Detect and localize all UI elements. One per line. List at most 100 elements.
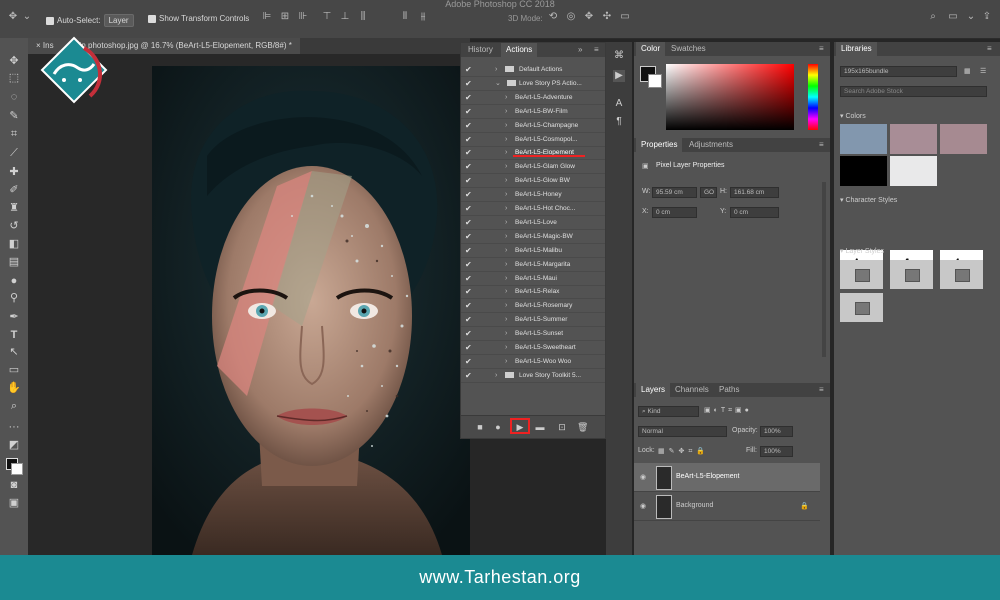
play-icon[interactable]: ▶ (515, 422, 525, 432)
expand-chevron-icon[interactable]: › (505, 285, 507, 298)
site-url[interactable]: www.Tarhestan.org (0, 555, 1000, 600)
width-field[interactable]: 95.59 cm (652, 187, 697, 198)
x-field[interactable]: 0 cm (652, 207, 697, 218)
align-middle-icon[interactable]: ⊥ (340, 12, 350, 22)
move-tool-icon[interactable]: ✥ (6, 54, 22, 68)
tab-layers[interactable]: Layers (636, 383, 671, 397)
action-row[interactable]: ✔ › BeArt-L5-Magic-BW (461, 230, 605, 244)
3d-slide-icon[interactable]: ✣ (602, 12, 612, 22)
action-row[interactable]: ✔ › BeArt-L5-Adventure (461, 91, 605, 105)
expand-chevron-icon[interactable]: › (505, 230, 507, 243)
panel-menu-icon[interactable]: ≡ (814, 138, 829, 152)
toggle-check-icon[interactable]: ✔ (465, 105, 472, 118)
toggle-check-icon[interactable]: ✔ (465, 355, 472, 368)
tab-adjustments[interactable]: Adjustments (684, 138, 738, 152)
action-row[interactable]: ✔ › BeArt-L5-Elopement (461, 146, 605, 161)
panel-menu-icon[interactable]: ≡ (814, 42, 829, 56)
chevron-down-icon[interactable]: ⌄ (22, 12, 32, 22)
history-brush-tool-icon[interactable]: ↺ (6, 219, 22, 233)
action-set-row[interactable]: ✔ ⌄ Love Story PS Actio... (461, 77, 605, 91)
expand-chevron-icon[interactable]: › (505, 133, 507, 146)
properties-scrollbar[interactable] (822, 182, 826, 357)
action-row[interactable]: ✔ › BeArt-L5-Glow BW (461, 174, 605, 189)
background-color-swatch[interactable] (648, 74, 662, 88)
action-row[interactable]: ✔ › BeArt-L5-Relax (461, 285, 605, 300)
expand-chevron-icon[interactable]: › (505, 202, 507, 215)
y-field[interactable]: 0 cm (730, 207, 779, 218)
action-row[interactable]: ✔ › BeArt-L5-Sunset (461, 327, 605, 342)
expand-chevron-icon[interactable]: › (505, 105, 507, 118)
path-select-tool-icon[interactable]: ↖ (6, 345, 22, 359)
expand-chevron-icon[interactable]: › (505, 91, 507, 104)
opacity-field[interactable]: 100% (760, 426, 793, 437)
eyedropper-tool-icon[interactable]: ⟋ (6, 146, 22, 160)
tab-history[interactable]: History (463, 43, 498, 57)
layer-row[interactable]: ◉ Background 🔒 (634, 492, 820, 521)
toggle-check-icon[interactable]: ✔ (465, 146, 472, 159)
panel-menu-icon[interactable]: ≡ (814, 383, 829, 397)
expand-chevron-icon[interactable]: › (505, 160, 507, 173)
share-icon[interactable]: ⇪ (982, 12, 992, 22)
stamp-tool-icon[interactable]: ♜ (6, 201, 22, 215)
action-row[interactable]: ✔ › BeArt-L5-Woo Woo (461, 355, 605, 369)
library-color-swatch[interactable] (940, 124, 987, 154)
toggle-check-icon[interactable]: ✔ (465, 299, 472, 312)
expand-chevron-icon[interactable]: › (495, 369, 497, 382)
lasso-tool-icon[interactable]: ◌ (6, 90, 22, 104)
toggle-check-icon[interactable]: ✔ (465, 230, 472, 243)
toggle-check-icon[interactable]: ✔ (465, 202, 472, 215)
expand-chevron-icon[interactable]: › (505, 258, 507, 271)
blend-mode-select[interactable]: Normal (638, 426, 727, 437)
align-left-icon[interactable]: ⊫ (262, 12, 272, 22)
healing-tool-icon[interactable]: ✚ (6, 165, 22, 179)
align-center-icon[interactable]: ⊞ (280, 12, 290, 22)
toggle-check-icon[interactable]: ✔ (465, 77, 472, 90)
action-row[interactable]: ✔ › BeArt-L5-Summer (461, 313, 605, 328)
toggle-check-icon[interactable]: ✔ (465, 216, 472, 229)
toggle-check-icon[interactable]: ✔ (465, 313, 472, 326)
expand-chevron-icon[interactable]: › (505, 355, 507, 368)
toggle-check-icon[interactable]: ✔ (465, 285, 472, 298)
toggle-check-icon[interactable]: ✔ (465, 91, 472, 104)
tab-actions[interactable]: Actions (501, 43, 538, 57)
layer-style-thumb[interactable] (890, 260, 933, 289)
action-row[interactable]: ✔ › BeArt-L5-Sweetheart (461, 341, 605, 355)
tab-channels[interactable]: Channels (670, 383, 714, 397)
action-set-row[interactable]: ✔ › Love Story Toolkit 5... (461, 369, 605, 383)
move-tool-icon[interactable]: ✥ (8, 12, 18, 22)
action-row[interactable]: ✔ › BeArt-L5-Glam Glow (461, 160, 605, 175)
toggle-check-icon[interactable]: ✔ (465, 119, 472, 132)
toggle-check-icon[interactable]: ✔ (465, 63, 472, 76)
library-color-swatch[interactable] (890, 156, 937, 186)
pen-tool-icon[interactable]: ✒ (6, 310, 22, 324)
action-row[interactable]: ✔ › BeArt-L5-Maui (461, 272, 605, 286)
align-top-icon[interactable]: ⊤ (322, 12, 332, 22)
align-right-icon[interactable]: ⊪ (298, 12, 308, 22)
panel-menu-icon[interactable]: ≡ (982, 42, 997, 56)
3d-scale-icon[interactable]: ▭ (620, 12, 630, 22)
new-set-icon[interactable]: ▬ (535, 422, 545, 432)
action-row[interactable]: ✔ › BeArt-L5-Champagne (461, 119, 605, 133)
toggle-check-icon[interactable]: ✔ (465, 258, 472, 271)
hue-slider[interactable] (808, 64, 818, 130)
tab-properties[interactable]: Properties (636, 138, 683, 152)
expand-chevron-icon[interactable]: › (505, 146, 507, 159)
record-icon[interactable]: ● (493, 422, 503, 432)
expand-chevron-icon[interactable]: › (505, 327, 507, 340)
toggle-check-icon[interactable]: ✔ (465, 188, 472, 201)
gradient-tool-icon[interactable]: ▤ (6, 255, 22, 269)
blur-tool-icon[interactable]: ● (6, 274, 22, 288)
action-row[interactable]: ✔ › BeArt-L5-Hot Choc... (461, 202, 605, 216)
3d-roll-icon[interactable]: ◎ (566, 12, 576, 22)
distribute-h-icon[interactable]: ⫴ (400, 12, 410, 22)
paragraph-icon[interactable]: ¶ (613, 116, 625, 128)
transform-controls-checkbox[interactable]: Show Transform Controls (148, 14, 249, 23)
more-tools-icon[interactable]: ··· (6, 420, 22, 434)
expand-chevron-icon[interactable]: › (505, 313, 507, 326)
expand-chevron-icon[interactable]: › (505, 299, 507, 312)
layer-row[interactable]: ◉ BeArt-L5-Elopement (634, 463, 820, 492)
quick-select-tool-icon[interactable]: ✎ (6, 109, 22, 123)
workspace-icon[interactable]: ▭ (948, 12, 958, 22)
toggle-check-icon[interactable]: ✔ (465, 369, 472, 382)
layer-style-thumb[interactable] (840, 260, 883, 289)
